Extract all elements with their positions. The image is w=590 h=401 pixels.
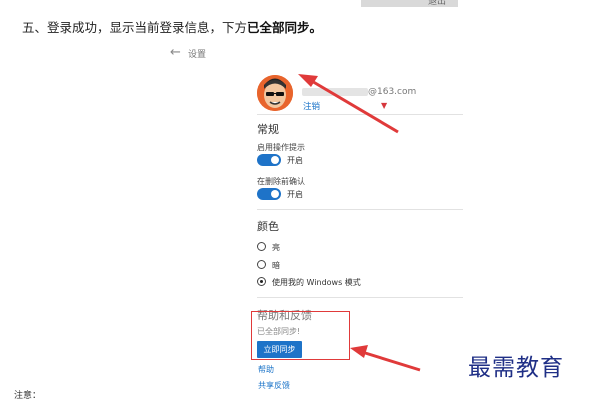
bottom-left-text: 注意： — [14, 391, 42, 401]
annotation-arrows — [298, 74, 421, 372]
arrow-to-sync-icon — [350, 345, 421, 372]
arrow-to-avatar-icon — [298, 74, 399, 134]
watermark-text: 最需教育 — [468, 355, 564, 381]
